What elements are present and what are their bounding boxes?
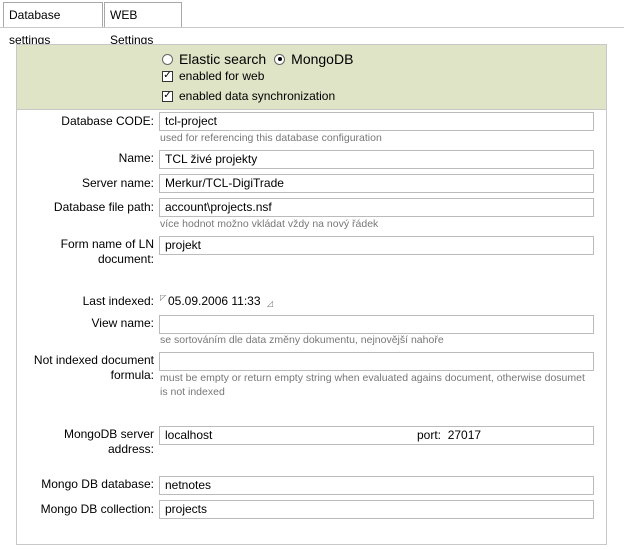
date-bracket-close-icon[interactable]: ◿ [267,299,273,308]
view-name-hint: se sortováním dle data změny dokumentu, … [160,334,444,346]
elastic-search-label: Elastic search [179,51,267,67]
server-name-input[interactable]: Merkur/TCL-DigiTrade [159,174,594,193]
view-name-label: View name: [91,316,154,330]
db-code-label: Database CODE: [61,114,154,128]
last-indexed-value: 05.09.2006 11:33 [168,294,261,308]
tab-bar: Database settings WEB Settings [0,0,624,47]
form-name-input[interactable]: projekt [159,236,594,255]
db-path-hint: více hodnot možno vkládat vždy na nový ř… [160,218,379,230]
database-settings-panel: Elastic search MongoDB ✓ enabled for web… [16,44,607,545]
not-indexed-formula-label: Not indexed document formula: [33,353,154,382]
enabled-sync-checkbox[interactable]: ✓ [162,90,173,102]
tab-web-settings[interactable]: WEB Settings [104,2,182,47]
db-path-label: Database file path: [53,200,154,214]
not-indexed-formula-hint: must be empty or return empty string whe… [160,372,585,398]
form-name-label: Form name of LN document: [60,237,154,266]
mongo-db-input[interactable]: netnotes [159,476,594,495]
name-input[interactable]: TCL živé projekty [159,150,594,169]
mongodb-radio[interactable] [274,53,286,65]
name-label: Name: [118,151,154,165]
enabled-sync-option: ✓ enabled data synchronization [162,89,335,103]
elastic-search-radio[interactable] [162,53,173,65]
db-code-hint: used for referencing this database confi… [160,132,382,144]
search-engine-selector: Elastic search MongoDB [162,51,353,67]
enabled-web-checkbox[interactable]: ✓ [162,70,173,82]
date-bracket-open-icon: ◸ [160,293,167,302]
tab-divider [0,27,624,28]
db-path-input[interactable]: account\projects.nsf [159,198,594,217]
mongo-port: port: 27017 [417,427,481,444]
enabled-web-option: ✓ enabled for web [162,69,264,83]
server-name-label: Server name: [81,176,154,190]
db-code-input[interactable]: tcl-project [159,112,594,131]
port-value: 27017 [447,428,482,442]
not-indexed-formula-input[interactable] [159,352,594,371]
tab-database-settings[interactable]: Database settings [3,2,103,47]
port-label: port: [417,428,442,442]
mongo-server-input[interactable]: localhost port: 27017 [159,426,594,445]
mongodb-label: MongoDB [291,51,354,67]
enabled-sync-label: enabled data synchronization [179,89,336,103]
enabled-web-label: enabled for web [179,69,265,83]
mongo-collection-input[interactable]: projects [159,500,594,519]
mongo-server-value: localhost [165,428,213,442]
options-section: Elastic search MongoDB ✓ enabled for web… [17,45,606,110]
last-indexed-label: Last indexed: [82,294,154,308]
mongo-server-label: MongoDB server address: [63,427,154,456]
mongo-db-label: Mongo DB database: [41,477,154,491]
view-name-input[interactable] [159,315,594,334]
mongo-collection-label: Mongo DB collection: [40,502,154,516]
